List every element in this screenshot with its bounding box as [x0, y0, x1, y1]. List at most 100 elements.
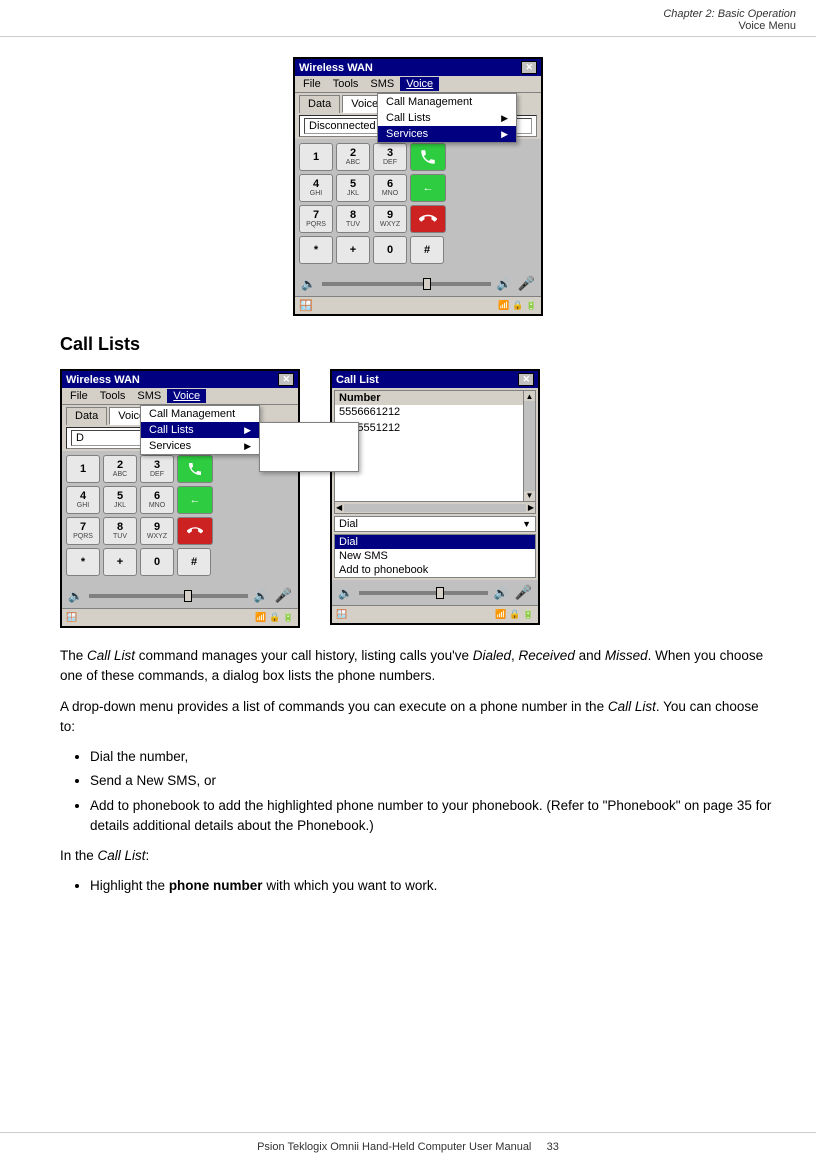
start-button-3[interactable]: 🪟 — [336, 609, 347, 620]
key-6-b[interactable]: 6MNO — [140, 486, 174, 514]
menubar-1: File Tools SMS Voice — [295, 76, 541, 93]
key-call-b[interactable] — [177, 455, 213, 483]
call-lists-submenu: Dialed Received Missed — [259, 422, 359, 472]
action-new-sms[interactable]: New SMS — [335, 549, 535, 563]
menu-tools-1[interactable]: Tools — [327, 77, 365, 91]
key-backspace-b[interactable]: ← — [177, 486, 213, 514]
menu-tools-2[interactable]: Tools — [94, 389, 132, 403]
key-plus-b[interactable]: + — [103, 548, 137, 576]
call-list-row-2[interactable]: 4175551212 — [335, 421, 523, 437]
submenu-dialed[interactable]: Dialed — [260, 423, 358, 439]
call-list-titlebar: Call List ✕ — [332, 371, 538, 388]
key-2[interactable]: 2ABC — [336, 143, 370, 171]
taskbar-icons-3: 📶 🔒 🔋 — [495, 609, 534, 620]
section-heading-call-lists: Call Lists — [60, 334, 776, 355]
volume-slider-2[interactable] — [89, 594, 248, 598]
volume-mic-icon-2: 🎤 — [275, 587, 292, 604]
key-1-b[interactable]: 1 — [66, 455, 100, 483]
volume-slider-3[interactable] — [359, 591, 488, 595]
key-2-b[interactable]: 2ABC — [103, 455, 137, 483]
key-0-b[interactable]: 0 — [140, 548, 174, 576]
dropdown-services-1[interactable]: Services ▶ — [378, 126, 516, 142]
close-button-1[interactable]: ✕ — [521, 61, 537, 74]
key-3-b[interactable]: 3DEF — [140, 455, 174, 483]
dropdown-call-lists-2[interactable]: Call Lists ▶ Dialed Received Missed — [141, 422, 259, 438]
keypad-row-3: 7PQRS 8TUV 9WXYZ — [299, 205, 537, 233]
key-end-b[interactable] — [177, 517, 213, 545]
start-button-2[interactable]: 🪟 — [66, 612, 77, 623]
tab-data-1[interactable]: Data — [299, 95, 340, 113]
key-3[interactable]: 3DEF — [373, 143, 407, 171]
menu-file-2[interactable]: File — [64, 389, 94, 403]
key-5-b[interactable]: 5JKL — [103, 486, 137, 514]
submenu-received[interactable]: Received — [260, 439, 358, 455]
volume-thumb-1[interactable] — [423, 278, 431, 290]
key-8[interactable]: 8TUV — [336, 205, 370, 233]
key-backspace[interactable]: ← — [410, 174, 446, 202]
menu-file-1[interactable]: File — [297, 77, 327, 91]
final-bullet-list: Highlight the phone number with which yo… — [90, 876, 776, 896]
key-4[interactable]: 4GHI — [299, 174, 333, 202]
key-5[interactable]: 5JKL — [336, 174, 370, 202]
key-4-b[interactable]: 4GHI — [66, 486, 100, 514]
key-6[interactable]: 6MNO — [373, 174, 407, 202]
key-end[interactable] — [410, 205, 446, 233]
key-1[interactable]: 1 — [299, 143, 333, 171]
key-9[interactable]: 9WXYZ — [373, 205, 407, 233]
call-list-scrollbar[interactable]: ▲ ▼ — [523, 391, 535, 501]
missed-italic: Missed — [605, 648, 648, 663]
window-title-2: Wireless WAN — [66, 374, 140, 386]
call-list-close[interactable]: ✕ — [518, 373, 534, 386]
call-list-row-5[interactable] — [335, 469, 523, 485]
call-list-row-4[interactable] — [335, 453, 523, 469]
call-list-row-1[interactable]: 5556661212 — [335, 405, 523, 421]
close-button-2[interactable]: ✕ — [278, 373, 294, 386]
menu-voice-1[interactable]: Voice — [400, 77, 439, 91]
dial-dropdown-arrow[interactable]: ▼ — [522, 519, 531, 529]
call-list-hscroll[interactable]: ◀ ▶ — [335, 501, 535, 513]
key-hash-b[interactable]: # — [177, 548, 211, 576]
scroll-right-arrow[interactable]: ▶ — [528, 503, 534, 512]
in-call-list-text: In the Call List: — [60, 846, 776, 866]
key-0[interactable]: 0 — [373, 236, 407, 264]
voice-dropdown-1: Call Management Call Lists ▶ Services ▶ — [377, 93, 517, 143]
key-plus[interactable]: + — [336, 236, 370, 264]
key-7-b[interactable]: 7PQRS — [66, 517, 100, 545]
final-bullet-item: Highlight the phone number with which yo… — [90, 876, 776, 896]
call-list-row-3[interactable] — [335, 437, 523, 453]
dial-dropdown-header[interactable]: Dial ▼ — [334, 516, 536, 532]
key-9-b[interactable]: 9WXYZ — [140, 517, 174, 545]
key-8-b[interactable]: 8TUV — [103, 517, 137, 545]
dropdown-call-management-1[interactable]: Call Management — [378, 94, 516, 110]
action-add-to-phonebook[interactable]: Add to phonebook — [335, 563, 535, 577]
key-star[interactable]: * — [299, 236, 333, 264]
volume-thumb-3[interactable] — [436, 587, 444, 599]
scroll-up-arrow[interactable]: ▲ — [526, 392, 534, 401]
menu-sms-1[interactable]: SMS — [364, 77, 400, 91]
chapter-title: Chapter 2: Basic Operation — [20, 8, 796, 20]
volume-thumb-2[interactable] — [184, 590, 192, 602]
menu-sms-2[interactable]: SMS — [131, 389, 167, 403]
tab-data-2[interactable]: Data — [66, 407, 107, 425]
scroll-left-arrow[interactable]: ◀ — [336, 503, 342, 512]
titlebar-1: Wireless WAN ✕ — [295, 59, 541, 76]
menu-voice-2[interactable]: Voice — [167, 389, 206, 403]
volume-slider-1[interactable] — [322, 282, 491, 286]
scroll-down-arrow[interactable]: ▼ — [526, 491, 534, 500]
dropdown-call-management-2[interactable]: Call Management — [141, 406, 259, 422]
dropdown-services-2[interactable]: Services ▶ — [141, 438, 259, 454]
wireless-wan-window-2: Wireless WAN ✕ File Tools SMS Voice Data… — [60, 369, 300, 628]
key-hash[interactable]: # — [410, 236, 444, 264]
call-list-row-6[interactable] — [335, 485, 523, 501]
key-7[interactable]: 7PQRS — [299, 205, 333, 233]
submenu-missed[interactable]: Missed — [260, 455, 358, 471]
action-dial[interactable]: Dial — [335, 535, 535, 549]
key-call[interactable] — [410, 143, 446, 171]
wireless-wan-window-1: Wireless WAN ✕ File Tools SMS Voice Data… — [293, 57, 543, 316]
key-star-b[interactable]: * — [66, 548, 100, 576]
volume-low-icon-3: 🔈 — [338, 586, 353, 600]
dropdown-call-lists-1[interactable]: Call Lists ▶ — [378, 110, 516, 126]
dialed-italic: Dialed — [473, 648, 511, 663]
start-button-1[interactable]: 🪟 — [299, 299, 313, 312]
call-list-italic-1: Call List — [87, 648, 135, 663]
